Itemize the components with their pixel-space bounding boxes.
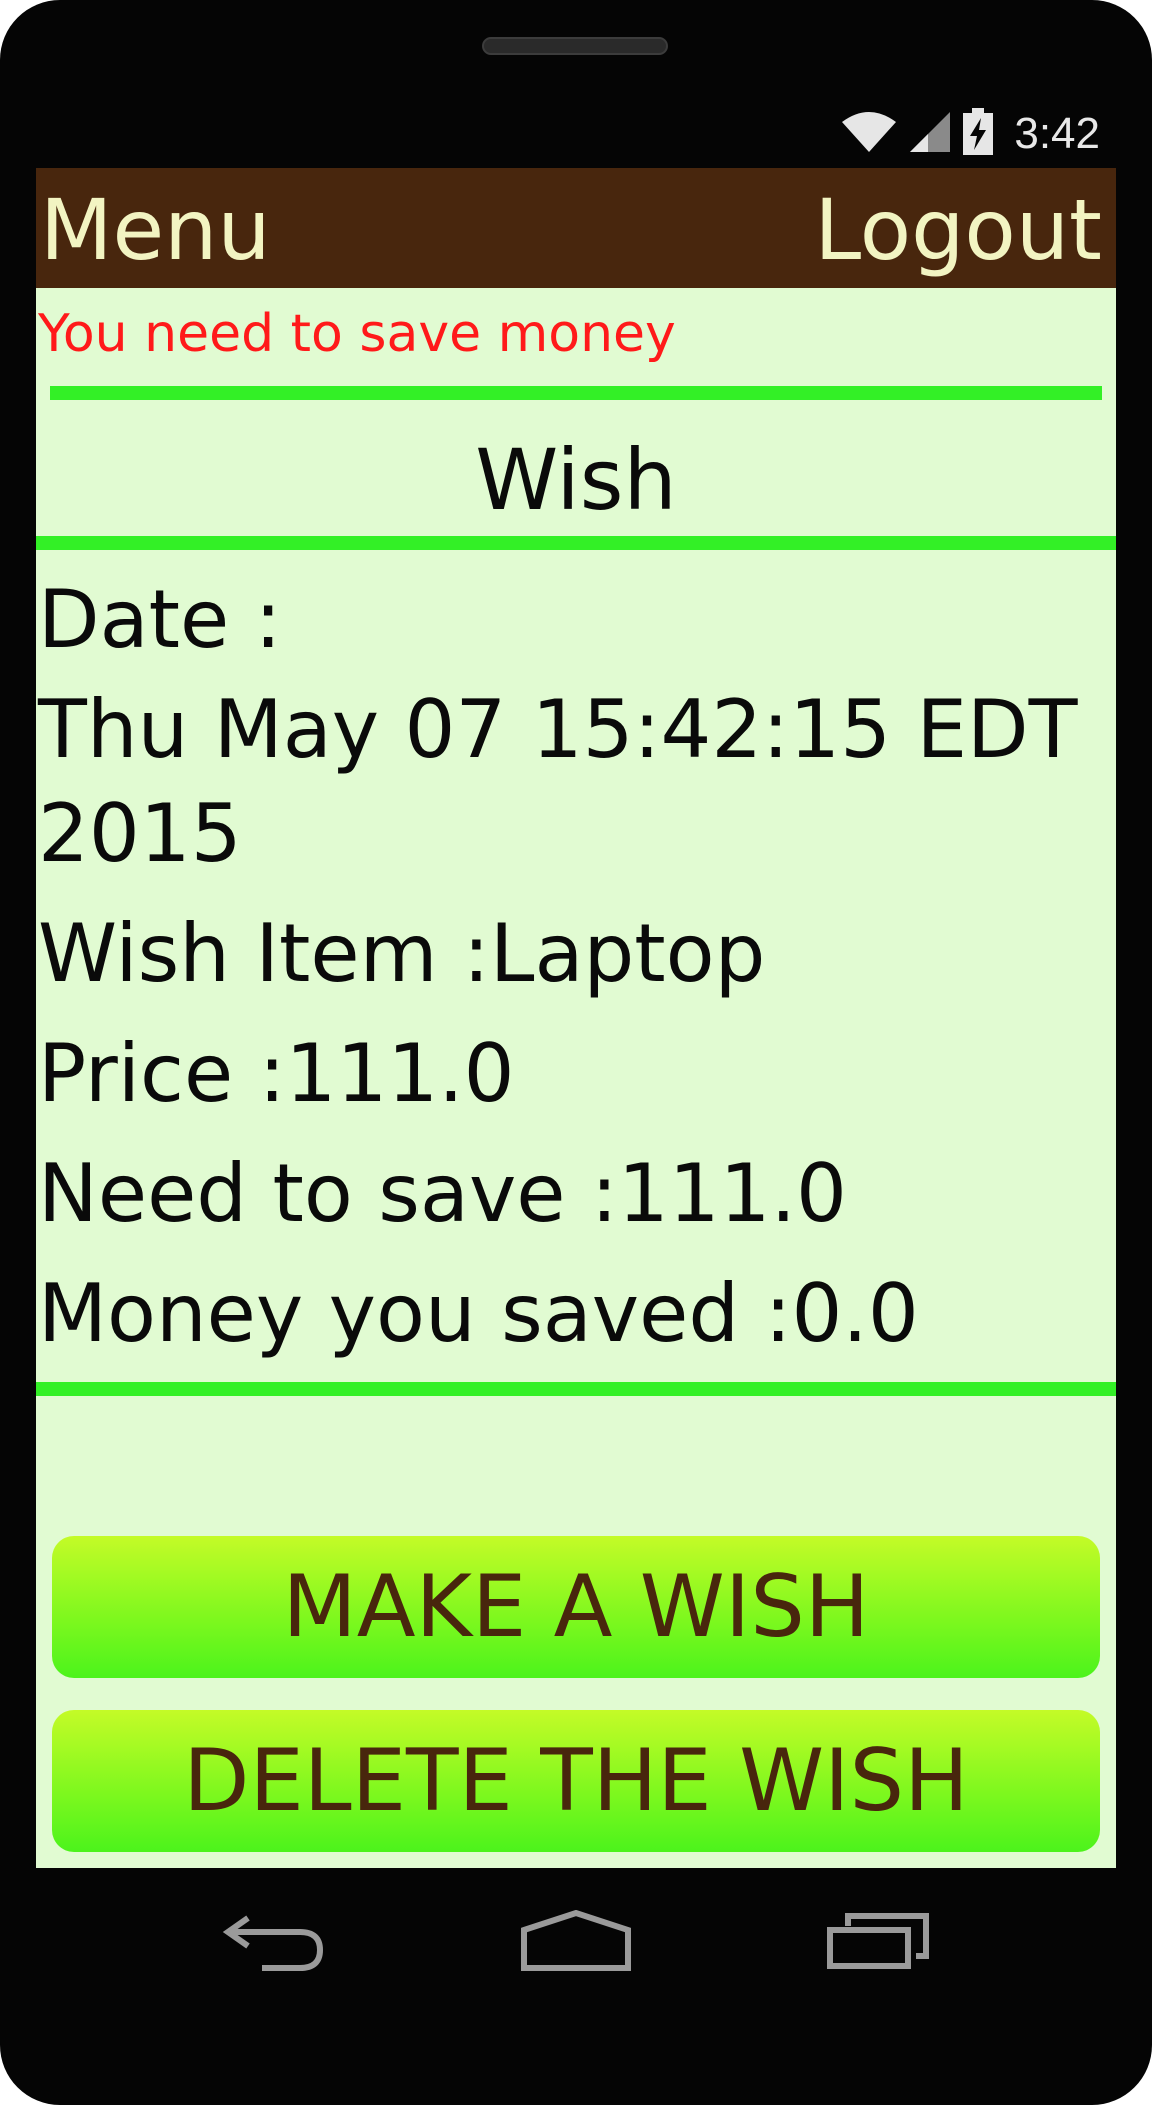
signal-icon [908,110,952,158]
logout-button[interactable]: Logout [814,184,1102,276]
date-label: Date : [38,573,282,666]
divider-bottom [36,1382,1116,1396]
home-icon[interactable] [520,1909,632,1976]
wish-item-line: Wish Item :Laptop [38,907,766,1000]
price-line: Price :111.0 [38,1027,515,1120]
date-value-line1: Thu May 07 15:42:15 EDT [38,683,1078,776]
status-time: 3:42 [1014,109,1100,158]
status-icons: 3:42 [840,106,1100,162]
divider-title [36,536,1116,550]
phone-frame: 3:42 Menu Logout You need to save money … [0,0,1152,2105]
make-a-wish-button[interactable]: MAKE A WISH [52,1536,1100,1678]
money-saved-line: Money you saved :0.0 [38,1267,919,1360]
battery-charging-icon [962,108,994,160]
system-nav-bar [36,1868,1116,2028]
menu-button[interactable]: Menu [40,184,271,276]
wifi-icon [840,110,898,158]
status-bar: 3:42 [36,100,1116,168]
section-title: Wish [475,431,677,529]
recents-icon[interactable] [826,1912,930,1974]
delete-the-wish-button[interactable]: DELETE THE WISH [52,1710,1100,1852]
divider-top [50,386,1102,400]
speaker-grille [482,37,668,55]
save-money-alert: You need to save money [38,304,676,364]
back-icon[interactable] [222,1912,326,1976]
need-to-save-line: Need to save :111.0 [38,1147,847,1240]
app-screen: Menu Logout You need to save money Wish … [36,168,1116,1868]
date-value-line2: 2015 [38,787,242,880]
top-bar: Menu Logout [36,168,1116,288]
